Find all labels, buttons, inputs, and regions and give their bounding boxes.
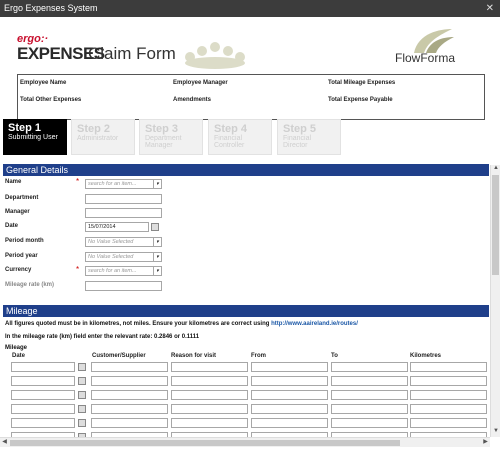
dropdown-icon[interactable]: ▾ [153, 180, 161, 188]
dropdown-icon[interactable]: ▾ [153, 253, 161, 261]
row-to-input[interactable] [331, 362, 408, 372]
name-required-mark: * [76, 177, 80, 186]
row-reason-input[interactable] [171, 404, 248, 414]
row-kilometres-input[interactable] [410, 390, 487, 400]
row-from-input[interactable] [251, 376, 328, 386]
step-2[interactable]: Step 2 Administrator [71, 119, 135, 155]
mileage-table-label: Mileage [5, 345, 28, 351]
scroll-up-icon[interactable]: ▲ [491, 165, 500, 174]
row-reason-input[interactable] [171, 376, 248, 386]
row-date-input[interactable] [11, 390, 75, 400]
mileage-note-1: All figures quoted must be in kilometres… [5, 321, 358, 327]
row-to-input[interactable] [331, 376, 408, 386]
period-month-select[interactable]: No Value Selected ▾ [85, 237, 162, 247]
currency-input[interactable]: search for an item... ▾ [85, 266, 162, 276]
name-label: Name [5, 179, 22, 185]
step-1[interactable]: Step 1 Submitting User [3, 119, 67, 155]
vertical-scroll-thumb[interactable] [492, 175, 499, 275]
department-input[interactable] [85, 194, 162, 204]
row-customer-input[interactable] [91, 418, 168, 428]
row-to-input[interactable] [331, 390, 408, 400]
calendar-icon[interactable] [78, 363, 86, 371]
mileage-header: Mileage [3, 305, 489, 317]
summary-employee-name: Employee Name [20, 80, 67, 86]
currency-required-mark: * [76, 265, 80, 274]
horizontal-scrollbar[interactable]: ◀ ▶ [0, 437, 490, 447]
dropdown-icon[interactable]: ▾ [153, 238, 161, 246]
date-input[interactable]: 15/07/2014 [85, 222, 149, 232]
col-kilometres: Kilometres [410, 353, 442, 359]
col-to: To [331, 353, 338, 359]
date-label: Date [5, 223, 19, 229]
calendar-icon[interactable] [78, 391, 86, 399]
row-customer-input[interactable] [91, 390, 168, 400]
col-from: From [251, 353, 266, 359]
mileage-note-2: In the mileage rate (km) field enter the… [5, 334, 200, 340]
manager-label: Manager [5, 209, 30, 215]
period-year-label: Period year [5, 253, 38, 259]
summary-total-mileage: Total Mileage Expenses [328, 80, 396, 86]
routes-link[interactable]: http://www.aaireland.ie/routes/ [271, 321, 358, 327]
mileage-rate-label: Mileage rate (km) [5, 282, 55, 288]
period-year-select[interactable]: No Value Selected ▾ [85, 252, 162, 262]
vertical-scrollbar[interactable]: ▲ ▼ [490, 165, 500, 437]
close-icon[interactable]: ✕ [486, 0, 494, 17]
step-3[interactable]: Step 3 Department Manager [139, 119, 203, 155]
col-date: Date [12, 353, 26, 359]
summary-box: Employee Name Employee Manager Total Mil… [17, 74, 485, 120]
calendar-icon[interactable] [151, 223, 159, 231]
row-kilometres-input[interactable] [410, 376, 487, 386]
scroll-right-icon[interactable]: ▶ [481, 438, 490, 448]
row-reason-input[interactable] [171, 362, 248, 372]
row-from-input[interactable] [251, 418, 328, 428]
form-content: ergo:· EXPENSES Claim Form FlowForma Emp… [0, 17, 490, 437]
row-to-input[interactable] [331, 418, 408, 428]
general-details-header: General Details [3, 164, 489, 176]
row-to-input[interactable] [331, 404, 408, 414]
step-5[interactable]: Step 5 Financial Director [277, 119, 341, 155]
row-date-input[interactable] [11, 418, 75, 428]
window-title: Ergo Expenses System [4, 3, 98, 13]
calendar-icon[interactable] [78, 405, 86, 413]
row-from-input[interactable] [251, 404, 328, 414]
row-date-input[interactable] [11, 362, 75, 372]
row-kilometres-input[interactable] [410, 362, 487, 372]
calendar-icon[interactable] [78, 377, 86, 385]
currency-label: Currency [5, 267, 32, 273]
scroll-left-icon[interactable]: ◀ [0, 438, 9, 448]
row-from-input[interactable] [251, 362, 328, 372]
row-date-input[interactable] [11, 376, 75, 386]
step-4[interactable]: Step 4 Financial Controller [208, 119, 272, 155]
period-month-label: Period month [5, 238, 44, 244]
mileage-rate-input[interactable] [85, 281, 162, 291]
row-kilometres-input[interactable] [410, 418, 487, 428]
row-reason-input[interactable] [171, 418, 248, 428]
col-reason: Reason for visit [171, 353, 217, 359]
form-title-rest: Claim Form [88, 44, 176, 63]
department-label: Department [5, 195, 39, 201]
calendar-icon[interactable] [78, 419, 86, 427]
row-customer-input[interactable] [91, 404, 168, 414]
dropdown-icon[interactable]: ▾ [153, 267, 161, 275]
summary-employee-manager: Employee Manager [173, 80, 228, 86]
col-customer: Customer/Supplier [92, 353, 146, 359]
row-reason-input[interactable] [171, 390, 248, 400]
row-from-input[interactable] [251, 390, 328, 400]
manager-input[interactable] [85, 208, 162, 218]
window-titlebar: Ergo Expenses System ✕ [0, 0, 500, 17]
row-customer-input[interactable] [91, 362, 168, 372]
summary-amendments: Amendments [173, 97, 212, 103]
name-input[interactable]: search for an item... ▾ [85, 179, 162, 189]
row-customer-input[interactable] [91, 376, 168, 386]
row-date-input[interactable] [11, 404, 75, 414]
horizontal-scroll-thumb[interactable] [10, 440, 400, 446]
people-graphic [185, 42, 245, 69]
row-kilometres-input[interactable] [410, 404, 487, 414]
summary-total-other: Total Other Expenses [20, 97, 82, 103]
scroll-down-icon[interactable]: ▼ [491, 428, 500, 437]
ergo-logo: ergo:· [17, 33, 49, 45]
summary-total-payable: Total Expense Payable [328, 97, 393, 103]
flowforma-brand: FlowForma [395, 51, 456, 65]
